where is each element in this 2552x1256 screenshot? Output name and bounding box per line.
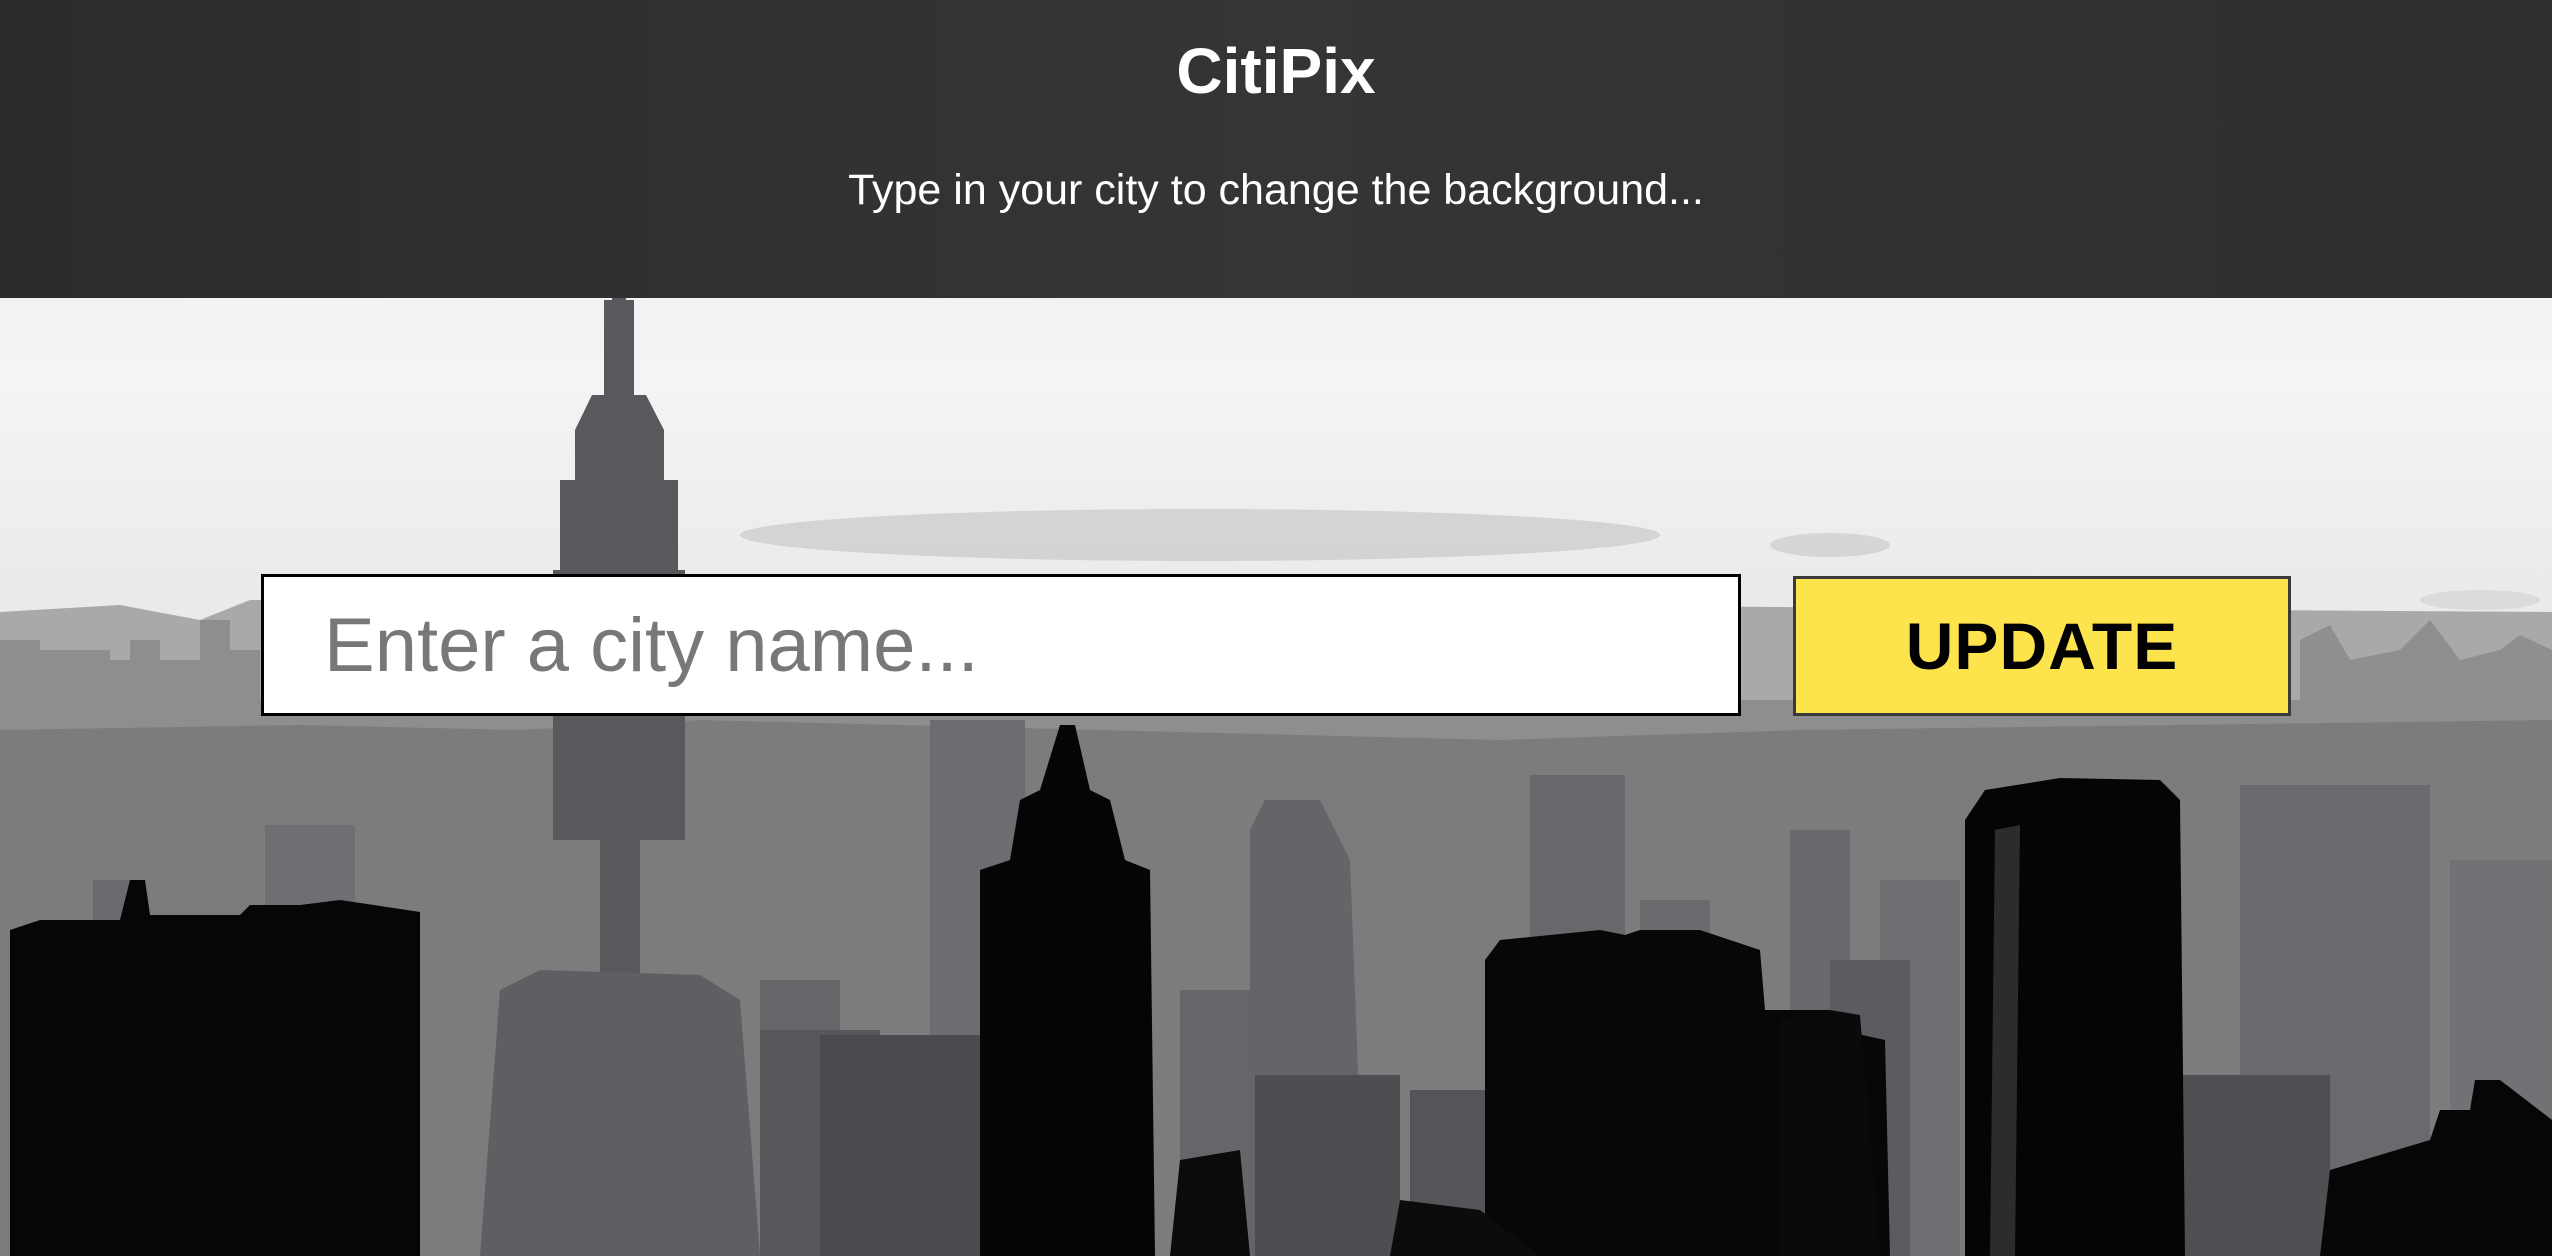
city-name-input[interactable] xyxy=(261,574,1741,716)
city-search-form: UPDATE xyxy=(261,574,2291,716)
app-title: CitiPix xyxy=(1176,35,1376,107)
page-subtitle: Type in your city to change the backgrou… xyxy=(848,166,1704,214)
page: CitiPix Type in your city to change the … xyxy=(0,0,2552,1256)
update-button[interactable]: UPDATE xyxy=(1793,576,2291,716)
page-header: CitiPix Type in your city to change the … xyxy=(0,0,2552,298)
